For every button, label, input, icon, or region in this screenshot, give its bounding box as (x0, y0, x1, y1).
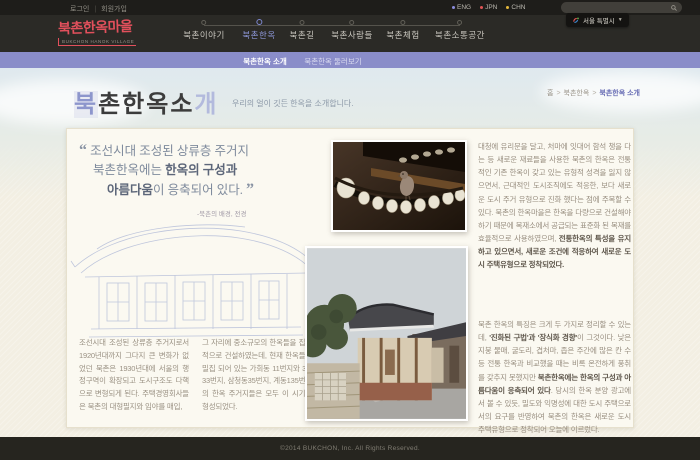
seoul-city-selector[interactable]: 서울 특별시 ▼ (566, 13, 629, 27)
article-paragraph-2: 북촌 한옥의 특징은 크게 두 가지로 정리할 수 있는데, '진화된 구법'과… (478, 320, 631, 434)
language-switcher: ENG JPN CHN (452, 4, 525, 11)
history-column-2: 그 자리에 중소규모의 한옥들을 집단적으로 건설하였는데, 현재 한옥들이 밀… (202, 338, 312, 411)
breadcrumb-separator: > (592, 89, 597, 97)
intro-quote: “ 조선시대 조성된 상류층 주거지 북촌한옥에는 한옥의 구성과 아름다움이 … (79, 141, 347, 224)
title-main: 촌한옥소 (98, 91, 195, 118)
signup-link[interactable]: 회원가입 (101, 4, 127, 14)
search-box (561, 2, 682, 13)
lang-jpn[interactable]: JPN (480, 4, 497, 11)
nav-dot-icon (201, 20, 207, 25)
nav-dot-icon (299, 20, 305, 25)
breadcrumb: 홈 > 북촌한옥 > 북촌한옥 소개 (547, 88, 640, 98)
lang-eng-dot-icon (452, 6, 455, 9)
chevron-down-icon: ▼ (617, 17, 623, 23)
seoul-badge-label: 서울 특별시 (583, 18, 615, 25)
subnav-hanok-tour[interactable]: 북촌한옥 둘러보기 (304, 56, 361, 67)
search-input[interactable] (567, 2, 667, 13)
login-link[interactable]: 로그인 (70, 4, 89, 14)
seoul-logo-icon (573, 17, 579, 23)
site-logo[interactable]: 북촌한옥마을 BUKCHON HANOK VILLAGE (58, 17, 136, 46)
title-accent-first: 북 (74, 91, 99, 118)
page-title: 북촌한옥소개 (74, 84, 219, 119)
quote-line-1: “ 조선시대 조성된 상류층 주거지 (79, 142, 250, 159)
auth-links: 로그인 | 회원가입 (70, 4, 127, 14)
history-column-1: 조선시대 조성된 상류층 주거지로서 1920년대까지 그다지 큰 변화가 없었… (79, 338, 189, 411)
open-quote-mark: “ (79, 142, 87, 159)
nav-item-bukchon-communication[interactable]: 북촌소통공간 (435, 20, 485, 41)
close-quote-mark: ” (246, 181, 255, 198)
lang-chn-dot-icon (506, 6, 510, 9)
page-subtitle: 우리의 얼이 깃든 한옥을 소개합니다. (232, 99, 354, 108)
site-logo-subtext: BUKCHON HANOK VILLAGE (58, 38, 136, 46)
breadcrumb-separator: > (556, 89, 561, 97)
nav-item-bukchon-people[interactable]: 북촌사람들 (331, 20, 373, 41)
hanok-sketch-illustration (70, 224, 319, 338)
title-accent-last: 개 (194, 91, 219, 118)
content-panel: “ 조선시대 조성된 상류층 주거지 북촌한옥에는 한옥의 구성과 아름다움이 … (66, 128, 634, 434)
breadcrumb-current: 북촌한옥 소개 (599, 90, 640, 97)
hanok-roof-dove-photo (331, 140, 467, 232)
auth-separator: | (94, 5, 97, 13)
article-paragraph-1: 대청에 유리문을 달고, 처마에 잇대어 함석 챙을 다는 등 새로운 재료들을… (478, 142, 631, 270)
copyright-text: ©2014 BUKCHON, Inc. All Rights Reserved. (280, 445, 420, 452)
nav-item-bukchon-experience[interactable]: 북촌체험 (386, 20, 419, 41)
lang-jpn-dot-icon (480, 6, 484, 9)
quote-line-2: 북촌한옥에는 한옥의 구성과 (93, 163, 238, 177)
history-columns: 조선시대 조성된 상류층 주거지로서 1920년대까지 그다지 큰 변화가 없었… (79, 337, 313, 414)
page-footer: ©2014 BUKCHON, Inc. All Rights Reserved. (0, 437, 700, 460)
breadcrumb-section[interactable]: 북촌한옥 (564, 88, 590, 98)
lang-chn[interactable]: CHN (506, 4, 525, 11)
nav-item-bukchon-story[interactable]: 북촌이야기 (183, 20, 225, 41)
sub-navigation-bar: 북촌한옥 소개 북촌한옥 둘러보기 (0, 52, 700, 68)
nav-dot-icon (400, 20, 406, 25)
nav-dot-icon (256, 19, 262, 25)
search-icon[interactable] (671, 4, 677, 11)
breadcrumb-home[interactable]: 홈 (547, 88, 553, 98)
nav-dot-icon (349, 20, 355, 25)
bukchon-alley-photo (305, 246, 468, 421)
nav-item-bukchon-road[interactable]: 북촌길 (290, 20, 315, 41)
site-logo-text: 북촌한옥마을 (57, 17, 133, 37)
nav-dot-icon (457, 20, 463, 25)
lang-eng[interactable]: ENG (452, 4, 471, 11)
subnav-hanok-intro[interactable]: 북촌한옥 소개 (243, 56, 286, 67)
bukchon-hanok-page: 로그인 | 회원가입 ENG JPN CHN 서울 특별시 ▼ 북촌한옥마을 B (0, 0, 700, 460)
nav-item-bukchon-hanok[interactable]: 북촌한옥 (242, 19, 275, 41)
quote-line-3: 아름다움이 응축되어 있다. ” (107, 181, 255, 198)
